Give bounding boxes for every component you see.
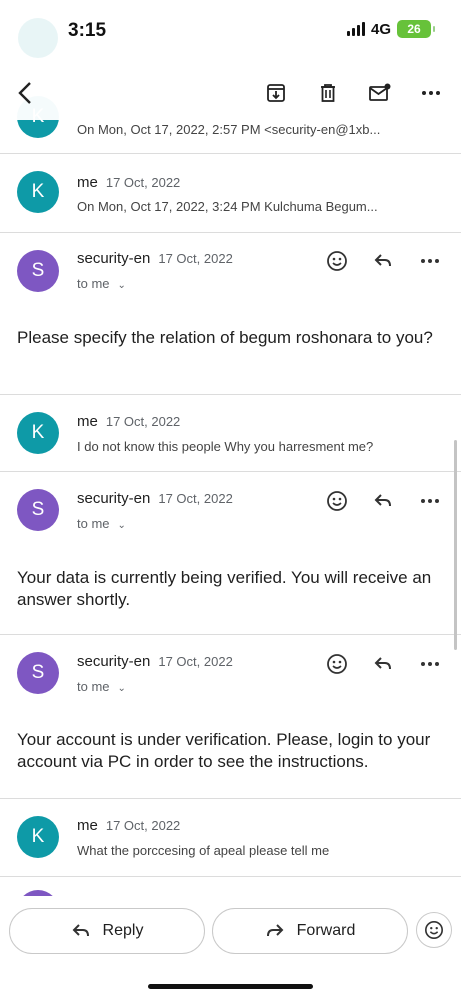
- forward-label: Forward: [296, 922, 356, 939]
- collapsed-message[interactable]: K me 17 Oct, 2022 On Mon, Oct 17, 2022, 3…: [0, 154, 461, 232]
- message-date: 17 Oct, 2022: [105, 818, 181, 833]
- more-icon[interactable]: [416, 487, 444, 515]
- expanded-message: S security-en 17 Oct, 2022 to me ⌄ Please …: [0, 233, 461, 393]
- recipient-label: to me: [77, 276, 110, 291]
- avatar: K: [17, 412, 59, 454]
- reply-icon[interactable]: [369, 487, 397, 515]
- sender-name: security-en: [77, 250, 151, 267]
- home-indicator[interactable]: [148, 984, 313, 989]
- message-snippet: I do not know this people Why you harres…: [77, 439, 374, 454]
- chevron-down-icon: ⌄: [117, 520, 126, 531]
- forward-icon: [266, 924, 284, 937]
- archive-icon[interactable]: [261, 78, 291, 108]
- message-date: 17 Oct, 2022: [158, 654, 233, 669]
- avatar: S: [17, 489, 59, 531]
- sender-name: me: [77, 174, 98, 191]
- reply-icon[interactable]: [369, 247, 397, 275]
- sender-name: me: [77, 817, 98, 834]
- message-date: 17 Oct, 2022: [158, 251, 233, 266]
- bottom-action-bar: Reply Forward: [0, 896, 461, 1000]
- sender-name: me: [77, 413, 98, 430]
- recipient-label: to me: [77, 516, 110, 531]
- chevron-down-icon: ⌄: [117, 683, 126, 694]
- status-bar: 3:15 4G 26: [0, 0, 461, 64]
- emoji-icon[interactable]: [323, 487, 351, 515]
- emoji-icon[interactable]: [323, 650, 351, 678]
- toolbar: [0, 68, 461, 120]
- clock: 3:15: [68, 20, 107, 41]
- avatar: K: [17, 171, 59, 213]
- recipient-toggle[interactable]: to me ⌄: [77, 276, 126, 291]
- avatar: S: [17, 250, 59, 292]
- reply-label: Reply: [102, 922, 144, 939]
- emoji-reaction-button[interactable]: [416, 912, 452, 948]
- message-date: 17 Oct, 2022: [105, 414, 181, 429]
- battery-level: 26: [407, 22, 421, 36]
- scrollbar[interactable]: [454, 440, 457, 650]
- emoji-icon[interactable]: [323, 247, 351, 275]
- trash-icon[interactable]: [313, 78, 343, 108]
- message-body: Your account is under verification. Plea…: [17, 730, 431, 771]
- battery-icon: 26: [397, 20, 435, 38]
- more-icon[interactable]: [416, 78, 446, 108]
- message-date: 17 Oct, 2022: [158, 491, 233, 506]
- sender-name: security-en: [77, 653, 151, 670]
- recipient-label: to me: [77, 679, 110, 694]
- message-date: 17 Oct, 2022: [105, 175, 181, 190]
- message-snippet: What the porccesing of apeal please tell…: [77, 843, 330, 858]
- emoji-icon: [425, 921, 443, 939]
- signal-icon: [346, 22, 365, 36]
- divider: [0, 876, 461, 877]
- reply-icon: [72, 924, 89, 937]
- recipient-toggle[interactable]: to me ⌄: [77, 516, 126, 531]
- message-snippet: On Mon, Oct 17, 2022, 2:57 PM <security-…: [77, 122, 381, 137]
- mark-unread-icon[interactable]: [365, 78, 395, 108]
- reply-icon[interactable]: [369, 650, 397, 678]
- avatar: S: [17, 652, 59, 694]
- collapsed-message[interactable]: K me 17 Oct, 2022 What the porccesing of …: [0, 799, 461, 877]
- reply-button[interactable]: Reply: [9, 908, 205, 954]
- expanded-message: S security-en 17 Oct, 2022 to me ⌄ Your da…: [0, 472, 461, 632]
- avatar: K: [17, 816, 59, 858]
- expanded-message: S security-en 17 Oct, 2022 to me ⌄ Your ac…: [0, 635, 461, 797]
- more-icon[interactable]: [416, 247, 444, 275]
- chevron-down-icon: ⌄: [117, 280, 126, 291]
- message-body: Please specify the relation of begum ros…: [17, 328, 433, 347]
- collapsed-message[interactable]: K me 17 Oct, 2022 I do not know this peop…: [0, 395, 461, 471]
- back-arrow-icon[interactable]: [10, 78, 40, 108]
- more-icon[interactable]: [416, 650, 444, 678]
- message-snippet: On Mon, Oct 17, 2022, 3:24 PM Kulchuma B…: [77, 199, 378, 214]
- recipient-toggle[interactable]: to me ⌄: [77, 679, 126, 694]
- message-body: Your data is currently being verified. Y…: [17, 568, 432, 609]
- sender-name: security-en: [77, 490, 151, 507]
- forward-button[interactable]: Forward: [212, 908, 408, 954]
- network-type: 4G: [370, 20, 391, 38]
